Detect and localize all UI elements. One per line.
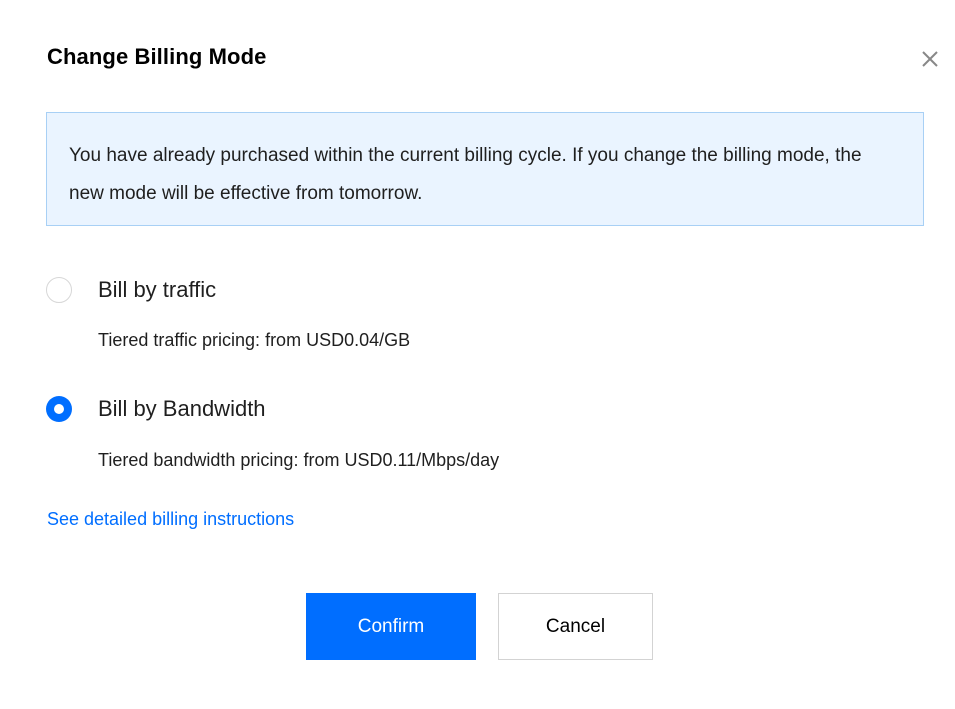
billing-instructions-link[interactable]: See detailed billing instructions — [47, 509, 294, 530]
option-bill-by-bandwidth[interactable]: Bill by Bandwidth — [46, 396, 266, 422]
option-label: Bill by Bandwidth — [98, 396, 266, 421]
close-icon[interactable] — [916, 45, 944, 73]
notice-text: You have already purchased within the cu… — [69, 145, 862, 204]
option-description: Tiered traffic pricing: from USD0.04/GB — [98, 330, 411, 350]
cancel-button[interactable]: Cancel — [498, 593, 653, 660]
radio-bill-by-traffic[interactable] — [46, 277, 72, 303]
radio-bill-by-bandwidth[interactable] — [46, 396, 72, 422]
option-label: Bill by traffic — [98, 277, 217, 302]
confirm-button[interactable]: Confirm — [306, 593, 476, 660]
notice-banner: You have already purchased within the cu… — [46, 112, 924, 226]
option-bill-by-traffic[interactable]: Bill by traffic — [46, 277, 216, 303]
option-description: Tiered bandwidth pricing: from USD0.11/M… — [98, 450, 500, 470]
dialog-title: Change Billing Mode — [47, 44, 267, 69]
change-billing-mode-dialog: Change Billing Mode You have already pur… — [0, 0, 955, 709]
